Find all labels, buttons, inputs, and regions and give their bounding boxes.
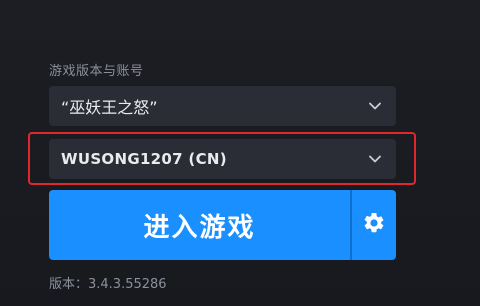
chevron-down-icon bbox=[368, 99, 382, 113]
gear-icon bbox=[362, 211, 386, 239]
settings-button[interactable] bbox=[352, 190, 396, 260]
account-select[interactable]: WUSONG1207 (CN) bbox=[49, 139, 396, 179]
account-value: WUSONG1207 (CN) bbox=[61, 150, 227, 168]
version-text: 版本：3.4.3.55286 bbox=[49, 277, 167, 292]
play-button[interactable]: 进入游戏 bbox=[49, 190, 350, 260]
play-button-group: 进入游戏 bbox=[49, 190, 396, 260]
game-version-value: “巫妖王之怒” bbox=[61, 98, 158, 117]
game-version-select[interactable]: “巫妖王之怒” bbox=[49, 86, 396, 126]
chevron-down-icon bbox=[368, 152, 382, 166]
section-label-game-version-account: 游戏版本与账号 bbox=[49, 64, 144, 79]
